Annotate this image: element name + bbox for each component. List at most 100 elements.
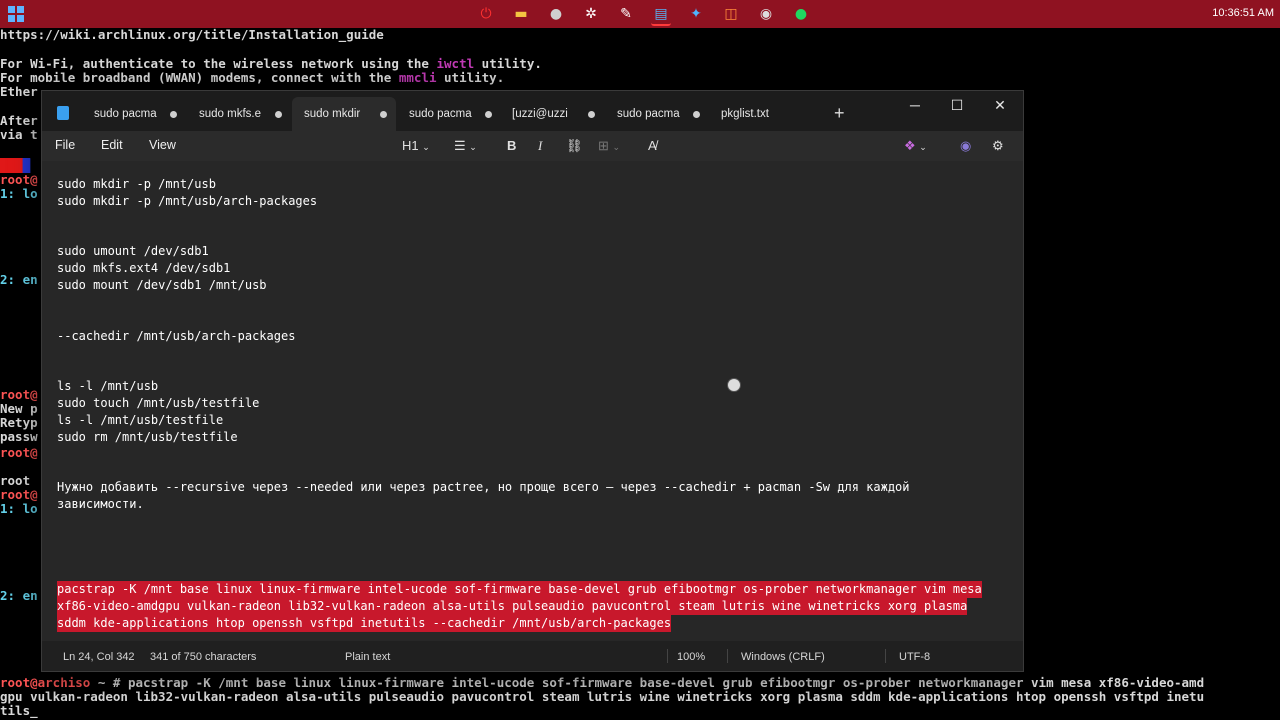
mouse-cursor-icon xyxy=(727,378,741,392)
unsaved-dot-icon xyxy=(693,111,700,118)
editor-line-selected: xf86-video-amdgpu vulkan-radeon lib32-vu… xyxy=(57,598,968,615)
account-avatar[interactable]: ◉ xyxy=(960,136,971,156)
terminal-command-line-2: gpu vulkan-radeon lib32-vulkan-radeon al… xyxy=(0,689,1205,704)
terminal-ether-line: Ether xyxy=(0,84,38,99)
editor-line: ls -l /mnt/usb xyxy=(57,379,159,393)
editor-line: sudo mkdir -p /mnt/usb xyxy=(57,177,216,191)
terminal-wifi-line: For Wi-Fi, authenticate to the wireless … xyxy=(0,57,542,71)
editor-line: sudo touch /mnt/usb/testfile xyxy=(57,396,260,410)
notepad-app-icon xyxy=(57,106,69,120)
maximize-button[interactable]: ☐ xyxy=(936,91,978,123)
tab-label: sudo pacma xyxy=(94,108,157,120)
tool-icon[interactable]: ✎ xyxy=(616,4,636,24)
tab-label: [uzzi@uzzi xyxy=(512,108,568,120)
file-explorer-icon[interactable]: ▬ xyxy=(511,4,531,24)
menu-view[interactable]: View xyxy=(149,138,176,152)
windows-start-icon[interactable] xyxy=(8,6,24,22)
red-app-icon[interactable]: ⏻ xyxy=(476,4,496,24)
tab-label: sudo pacma xyxy=(409,108,472,120)
terminal-text: For mobile broadband (WWAN) modems, conn… xyxy=(0,70,399,85)
file-format[interactable]: Plain text xyxy=(345,651,390,663)
minimize-button[interactable]: ─ xyxy=(894,91,936,123)
zoom-level[interactable]: 100% xyxy=(677,651,705,663)
menu-bar: File Edit View H1 ⌄ ☰ ⌄ B I ⛓ ⊞ ⌄ A̸ ❖ ⌄… xyxy=(42,131,1023,161)
editor-line: зависимости. xyxy=(57,497,144,511)
terminal-color-block: ████ xyxy=(0,158,31,173)
editor-line: --cachedir /mnt/usb/arch-packages xyxy=(57,329,296,343)
terminal-fragment: Retyp xyxy=(0,415,38,430)
terminal-mobile-line: For mobile broadband (WWAN) modems, conn… xyxy=(0,71,504,85)
heading-dropdown[interactable]: H1 ⌄ xyxy=(402,136,430,156)
terminal-fragment: 1: lo xyxy=(0,186,38,201)
settings-gear-icon[interactable]: ⚙ xyxy=(992,136,1004,156)
tab-1[interactable]: sudo pacma xyxy=(82,97,186,131)
terminal-fragment: 2: en xyxy=(0,588,38,603)
cursor-position[interactable]: Ln 24, Col 342 xyxy=(63,651,135,663)
terminal-command-line-1: root@archiso ~ # pacstrap -K /mnt base l… xyxy=(0,676,1204,690)
chevron-down-icon: ⌄ xyxy=(469,142,477,152)
unsaved-dot-icon xyxy=(170,111,177,118)
encoding[interactable]: UTF-8 xyxy=(899,651,930,663)
new-tab-button[interactable]: + xyxy=(834,104,845,122)
menu-edit[interactable]: Edit xyxy=(101,138,123,152)
chatgpt-icon[interactable]: ✲ xyxy=(581,4,601,24)
unsaved-dot-icon xyxy=(275,111,282,118)
tab-label: sudo mkdir xyxy=(304,108,361,120)
line-ending[interactable]: Windows (CRLF) xyxy=(741,651,825,663)
link-icon[interactable]: ⛓ xyxy=(566,136,583,156)
bold-button[interactable]: B xyxy=(507,136,516,156)
editor-line: sudo mount /dev/sdb1 /mnt/usb xyxy=(57,278,267,292)
tab-2[interactable]: sudo mkfs.e xyxy=(187,97,291,131)
vscode-icon[interactable]: ✦ xyxy=(686,4,706,24)
screenshot-icon[interactable]: ◫ xyxy=(721,4,741,24)
notepad-window[interactable]: sudo pacma sudo mkfs.e sudo mkdir sudo p… xyxy=(41,90,1024,672)
terminal-text: utility. xyxy=(474,56,542,71)
unsaved-dot-icon xyxy=(588,111,595,118)
tab-4[interactable]: sudo pacma xyxy=(397,97,501,131)
list-icon: ☰ xyxy=(454,138,466,153)
clock[interactable]: 10:36:51 AM xyxy=(1212,7,1274,19)
terminal-tool-name: iwctl xyxy=(436,56,475,71)
unsaved-dot-icon xyxy=(485,111,492,118)
editor-line: sudo mkdir -p /mnt/usb/arch-packages xyxy=(57,194,318,208)
editor-line-selected: pacstrap -K /mnt base linux linux-firmwa… xyxy=(57,581,982,598)
text-editor[interactable]: sudo mkdir -p /mnt/usb sudo mkdir -p /mn… xyxy=(42,161,1023,641)
unsaved-dot-icon xyxy=(380,111,387,118)
chevron-down-icon: ⌄ xyxy=(422,142,430,152)
divider xyxy=(885,649,886,663)
terminal-fragment: New p xyxy=(0,401,38,416)
terminal-via-line: via t xyxy=(0,127,38,142)
editor-line: sudo umount /dev/sdb1 xyxy=(57,244,209,258)
list-dropdown[interactable]: ☰ ⌄ xyxy=(454,136,477,156)
tab-3-active[interactable]: sudo mkdir xyxy=(292,97,396,131)
obs-icon[interactable]: ● xyxy=(546,4,566,24)
divider xyxy=(667,649,668,663)
terminal-prompt-fragment: root@ xyxy=(0,487,38,502)
status-bar: Ln 24, Col 342 341 of 750 characters Pla… xyxy=(42,641,1023,671)
terminal-prompt-fragment: root@ xyxy=(0,172,38,187)
taskbar: ⏻ ▬ ● ✲ ✎ ▤ ✦ ◫ ◉ ● 10:36:51 AM xyxy=(0,0,1280,28)
character-count[interactable]: 341 of 750 characters xyxy=(150,651,256,663)
title-bar[interactable]: sudo pacma sudo mkfs.e sudo mkdir sudo p… xyxy=(42,91,1023,131)
terminal-tool-name: mmcli xyxy=(398,70,437,85)
terminal-prompt-fragment: root@ xyxy=(0,387,38,402)
italic-button[interactable]: I xyxy=(538,136,542,156)
tab-label: pkglist.txt xyxy=(721,108,769,120)
tab-7[interactable]: pkglist.txt xyxy=(709,97,813,131)
terminal-command-line-3: tils_ xyxy=(0,703,38,718)
table-icon[interactable]: ⊞ ⌄ xyxy=(598,136,620,156)
editor-line-selected: sddm kde-applications htop openssh vsftp… xyxy=(57,615,672,632)
close-button[interactable]: ✕ xyxy=(979,91,1021,123)
tab-label: sudo mkfs.e xyxy=(199,108,261,120)
notepad-icon[interactable]: ▤ xyxy=(651,4,671,26)
terminal-fragment: passw xyxy=(0,429,38,444)
chrome-icon[interactable]: ◉ xyxy=(756,4,776,24)
tab-6[interactable]: sudo pacma xyxy=(605,97,709,131)
clear-formatting-icon[interactable]: A̸ xyxy=(648,136,657,156)
menu-file[interactable]: File xyxy=(55,138,75,152)
tab-5[interactable]: [uzzi@uzzi xyxy=(500,97,604,131)
terminal-fragment: root xyxy=(0,473,31,488)
spotify-icon[interactable]: ● xyxy=(791,4,811,24)
copilot-icon[interactable]: ❖ ⌄ xyxy=(904,136,927,156)
terminal-text: For Wi-Fi, authenticate to the wireless … xyxy=(0,56,437,71)
